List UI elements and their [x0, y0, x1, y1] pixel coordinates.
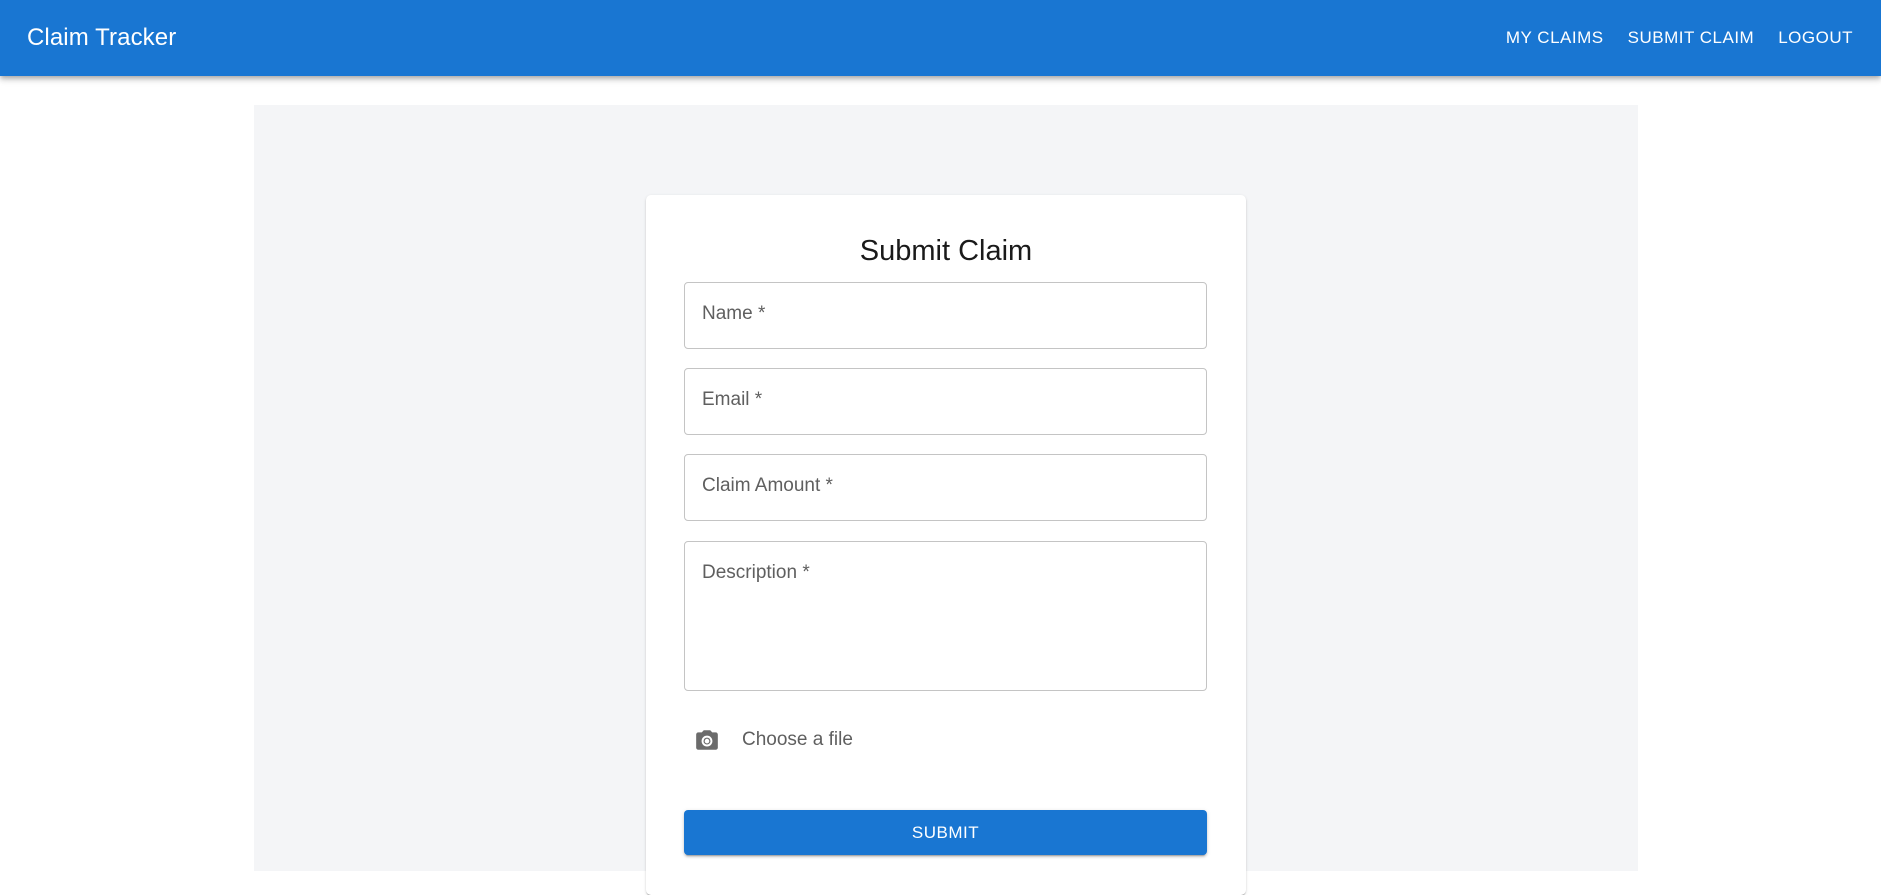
nav-submit-claim-button[interactable]: SUBMIT CLAIM [1618, 20, 1765, 56]
claim-amount-field[interactable]: Claim Amount * [684, 454, 1207, 521]
app-title: Claim Tracker [27, 24, 177, 51]
camera-icon [694, 727, 720, 753]
description-field-label: Description * [702, 562, 810, 583]
description-field[interactable]: Description * [684, 541, 1207, 691]
nav-my-claims-button[interactable]: MY CLAIMS [1496, 20, 1614, 56]
submit-button[interactable]: SUBMIT [684, 810, 1207, 855]
claim-amount-field-label: Claim Amount * [702, 475, 833, 496]
submit-claim-card: Submit Claim Name * Email * Claim Amount… [646, 195, 1246, 895]
form-title: Submit Claim [859, 235, 1033, 267]
file-upload-label: Choose a file [742, 729, 853, 750]
app-bar: Claim Tracker MY CLAIMS SUBMIT CLAIM LOG… [0, 0, 1881, 76]
name-field[interactable]: Name * [684, 282, 1207, 349]
top-nav: MY CLAIMS SUBMIT CLAIM LOGOUT [1496, 20, 1863, 56]
email-field[interactable]: Email * [684, 368, 1207, 435]
email-field-label: Email * [702, 389, 763, 410]
nav-logout-button[interactable]: LOGOUT [1768, 20, 1863, 56]
file-upload-button[interactable]: Choose a file [694, 725, 853, 755]
name-field-label: Name * [702, 303, 766, 324]
